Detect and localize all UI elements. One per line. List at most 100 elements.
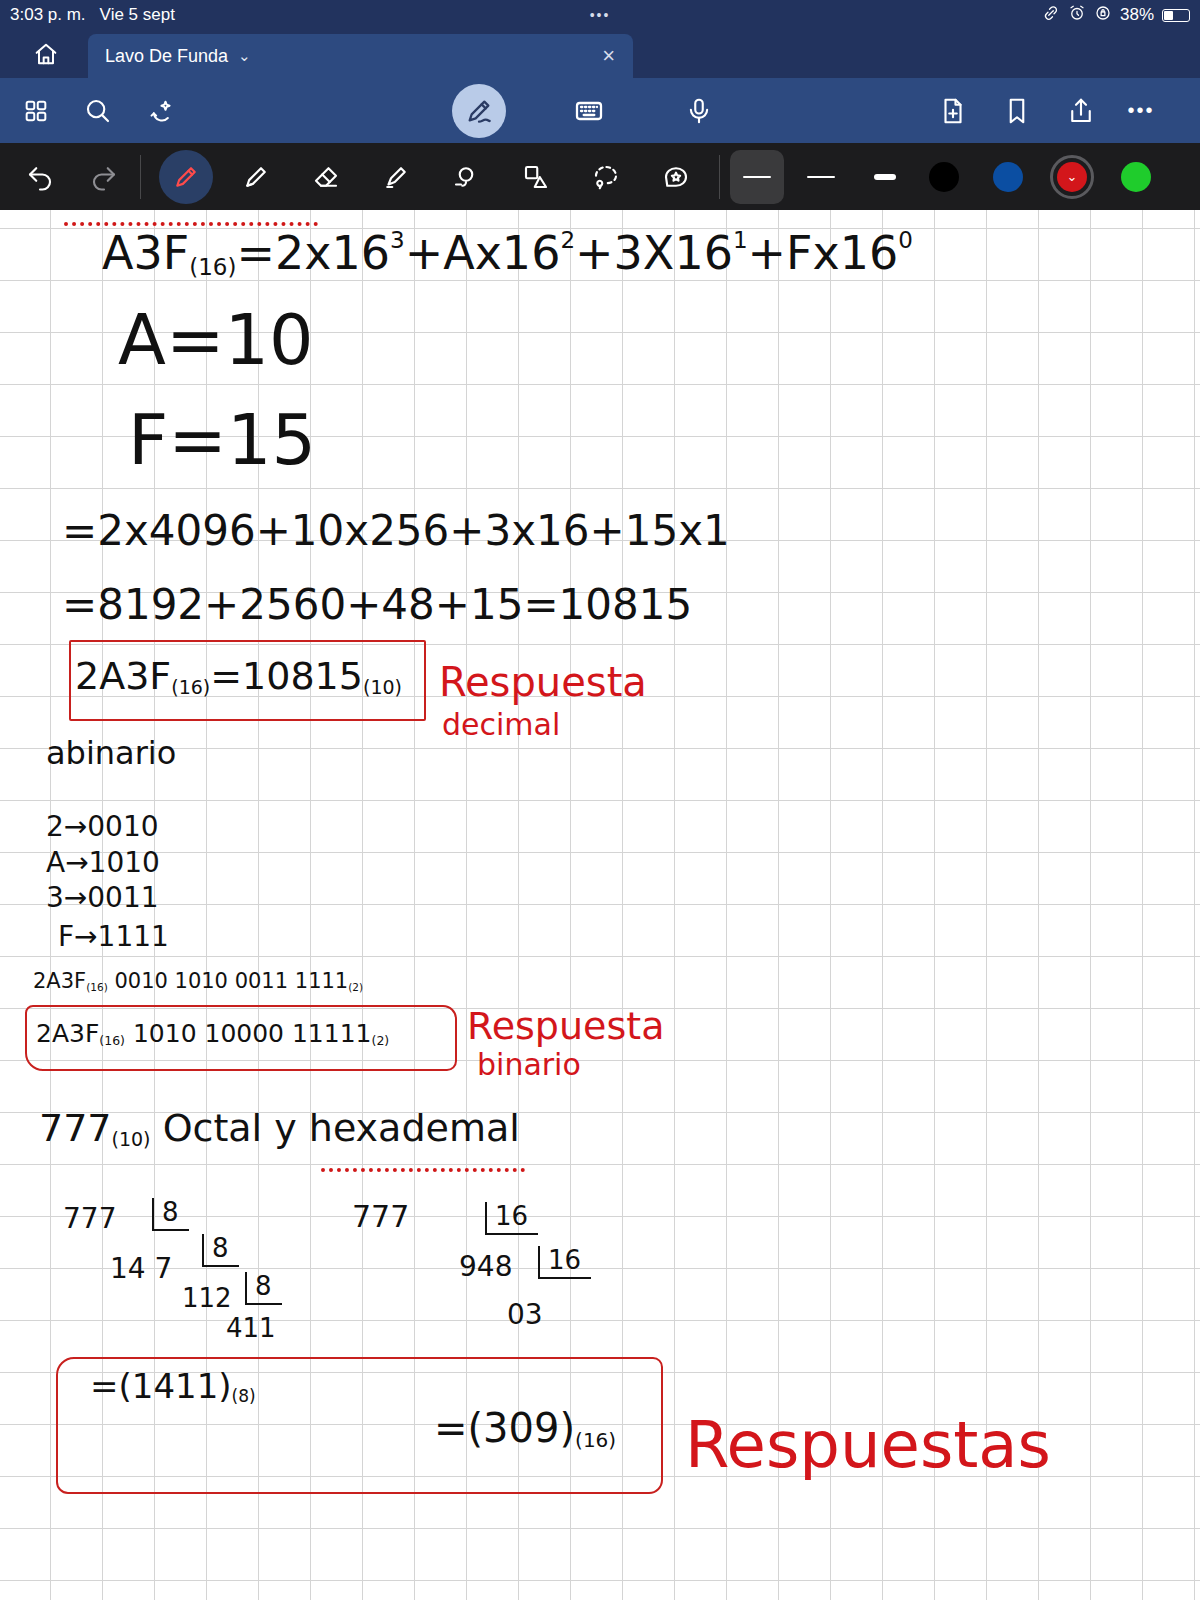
sticker-icon[interactable] <box>649 150 703 204</box>
ink-segment: 16 <box>548 1245 581 1275</box>
ink-segment: 948 <box>459 1250 512 1283</box>
ink-text: Respuestas <box>685 1408 1051 1482</box>
alarm-icon <box>1068 4 1086 27</box>
ink-text: 2→0010 <box>46 810 159 843</box>
base-subscript: (8) <box>232 1386 256 1406</box>
ink-text: =2x4096+10x256+3x16+15x1 <box>62 506 730 555</box>
pen-icon[interactable] <box>159 150 213 204</box>
eraser-icon[interactable] <box>299 150 353 204</box>
color-swatch <box>929 162 959 192</box>
pen-toolbar: ⌄ <box>0 143 1200 210</box>
microphone-icon[interactable] <box>679 91 719 131</box>
ink-segment: binario <box>477 1047 581 1082</box>
color-option[interactable] <box>986 155 1030 199</box>
ink-segment: =(309) <box>434 1405 575 1451</box>
dotted-underline <box>64 222 318 226</box>
thickness-option[interactable] <box>794 150 848 204</box>
ink-line: =8192+2560+48+15=10815 <box>62 582 692 628</box>
ink-line: Respuesta <box>467 1006 664 1048</box>
ink-line: 948 <box>459 1252 512 1283</box>
tab-row: Lavo De Funda ⌄ × <box>0 30 1200 78</box>
home-icon[interactable] <box>26 34 66 74</box>
share-icon[interactable] <box>1061 91 1101 131</box>
ink-segment: 8 <box>255 1271 272 1301</box>
ink-segment: +Fx16 <box>748 226 899 280</box>
tab-title[interactable]: Lavo De Funda <box>105 46 228 67</box>
ink-text: A3F(16)=2x163+Ax162+3X161+Fx160 <box>102 226 913 280</box>
ink-line: Respuestas <box>685 1410 1051 1480</box>
convert-icon[interactable] <box>509 150 563 204</box>
ink-text: decimal <box>442 707 560 742</box>
separator <box>140 155 141 199</box>
ink-segment: 777 <box>39 1106 112 1150</box>
ink-segment: 112 <box>182 1283 232 1313</box>
ink-text: 777 <box>352 1199 409 1234</box>
grid-icon[interactable] <box>16 91 56 131</box>
battery-percent: 38% <box>1120 5 1154 25</box>
color-swatch <box>1121 162 1151 192</box>
color-dropdown[interactable]: ⌄ <box>1067 169 1078 184</box>
color-option[interactable] <box>1114 155 1158 199</box>
ink-text: A→1010 <box>46 846 160 879</box>
ink-segment: 16 <box>495 1201 528 1231</box>
ink-segment: =10815 <box>210 654 363 698</box>
tab-close[interactable]: × <box>602 43 615 69</box>
ink-segment: Respuesta <box>467 1004 664 1048</box>
ink-segment: +3X16 <box>575 226 733 280</box>
base-subscript: (16) <box>99 1033 125 1048</box>
ink-line: =(1411)(8) <box>90 1368 256 1406</box>
ink-segment: 14 7 <box>110 1252 172 1285</box>
highlighter-icon[interactable] <box>369 150 423 204</box>
thickness-option[interactable] <box>730 150 784 204</box>
shapes-icon[interactable] <box>439 150 493 204</box>
multitask-dots[interactable]: ••• <box>590 7 611 23</box>
date: Vie 5 sept <box>100 5 175 25</box>
more-button[interactable]: ••• <box>1119 99 1163 122</box>
status-bar: 3:03 p. m.Vie 5 sept•••38% <box>0 0 1200 30</box>
ink-segment: Respuestas <box>685 1408 1051 1482</box>
ink-segment: abinario <box>46 734 176 772</box>
exponent: 0 <box>898 227 913 253</box>
thickness-option[interactable] <box>858 150 912 204</box>
notebook-tab[interactable]: Lavo De Funda ⌄ × <box>88 34 633 78</box>
ink-line: A=10 <box>118 302 314 379</box>
ink-text: 16 <box>548 1245 581 1275</box>
draw-mode-icon[interactable] <box>452 84 506 138</box>
undo-icon[interactable] <box>18 155 62 199</box>
ink-line: decimal <box>442 708 560 741</box>
keyboard-icon[interactable] <box>569 91 609 131</box>
ink-line: 777 <box>63 1204 116 1235</box>
color-option[interactable]: ⌄ <box>1050 155 1094 199</box>
division-bracket: 16 <box>485 1202 538 1235</box>
exponent: 2 <box>560 227 575 253</box>
status-right: 38% <box>610 4 1190 27</box>
search-icon[interactable] <box>78 91 118 131</box>
add-page-icon[interactable] <box>933 91 973 131</box>
ink-text: 8 <box>162 1197 179 1227</box>
main-toolbar: ••• <box>0 78 1200 143</box>
ink-segment: 8 <box>162 1197 179 1227</box>
ink-line: 2A3F(16)=10815(10) <box>75 656 402 698</box>
ink-segment: decimal <box>442 707 560 742</box>
ai-assist-icon[interactable] <box>142 91 182 131</box>
thickness-line-icon <box>874 174 896 180</box>
lasso-icon[interactable] <box>579 150 633 204</box>
base-subscript: (16) <box>575 1428 616 1452</box>
ink-segment: 0010 1010 0011 1111 <box>108 969 348 993</box>
ink-text: binario <box>477 1047 581 1082</box>
ink-text: A=10 <box>118 299 314 381</box>
tab-dropdown[interactable]: ⌄ <box>238 47 251 65</box>
ink-text: =8192+2560+48+15=10815 <box>62 580 692 629</box>
redo-icon[interactable] <box>82 155 126 199</box>
thickness-line-icon <box>743 176 771 178</box>
note-page[interactable]: A3F(16)=2x163+Ax162+3X161+Fx160A=10F=15=… <box>0 210 1200 1600</box>
ink-text: 948 <box>459 1250 512 1283</box>
dotted-underline <box>321 1168 525 1172</box>
bookmark-icon[interactable] <box>997 91 1037 131</box>
ink-text: 8 <box>212 1233 229 1263</box>
pencil-icon[interactable] <box>229 150 283 204</box>
ink-segment: F→1111 <box>58 920 169 953</box>
link-icon <box>1042 4 1060 27</box>
color-option[interactable] <box>922 155 966 199</box>
ink-segment: 2A3F <box>33 969 86 993</box>
